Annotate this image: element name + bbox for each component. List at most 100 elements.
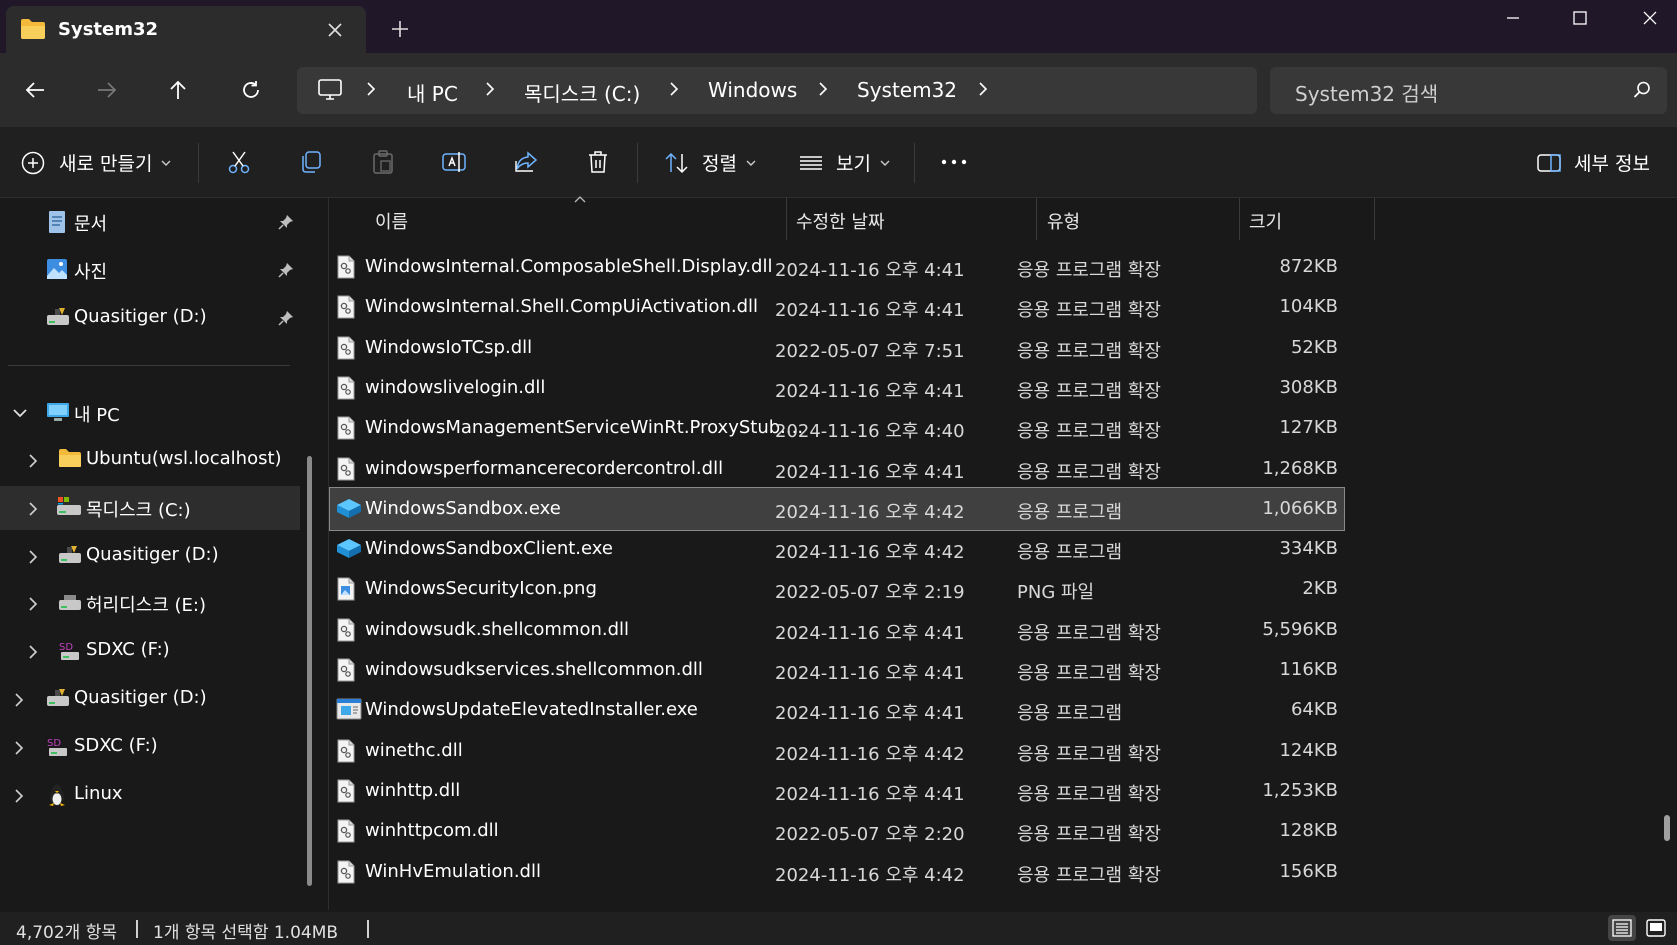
large-icons-view-button[interactable] bbox=[1642, 915, 1670, 941]
file-size: 334KB bbox=[1279, 538, 1338, 560]
breadcrumb-windows[interactable]: Windows bbox=[708, 78, 797, 102]
table-row[interactable]: WindowsSandboxClient.exe 2024-11-16 오후 4:… bbox=[330, 528, 1344, 570]
close-window-icon[interactable] bbox=[1615, 0, 1677, 36]
table-row[interactable]: winethc.dll 2024-11-16 오후 4:42 응용 프로그램 확장 1… bbox=[330, 730, 1344, 772]
sidebar-item-linux[interactable]: Linux bbox=[0, 773, 300, 817]
sidebar-divider bbox=[8, 365, 290, 366]
close-tab-icon[interactable] bbox=[324, 19, 346, 41]
back-button[interactable] bbox=[16, 71, 54, 109]
file-date: 2024-11-16 오후 4:41 bbox=[775, 622, 965, 644]
breadcrumb[interactable]: 내 PC 목디스크 (C:) Windows System32 bbox=[297, 67, 1257, 114]
column-header-size[interactable]: 크기 bbox=[1249, 208, 1282, 234]
breadcrumb-this-pc[interactable]: 내 PC bbox=[407, 78, 458, 107]
table-row[interactable]: WindowsInternal.Shell.CompUiActivation.d… bbox=[330, 286, 1344, 328]
details-view-button[interactable] bbox=[1608, 915, 1636, 941]
sidebar-item-pictures[interactable]: 사진 bbox=[0, 248, 300, 292]
sidebar-item-sdxc-f-root[interactable]: SD SDXC (F:) bbox=[0, 725, 300, 769]
sidebar-item-ubuntu[interactable]: Ubuntu(wsl.localhost) bbox=[0, 438, 300, 482]
table-row[interactable]: winhttp.dll 2024-11-16 오후 4:41 응용 프로그램 확장 1… bbox=[330, 770, 1344, 812]
column-header-date[interactable]: 수정한 날짜 bbox=[796, 208, 885, 234]
table-row[interactable]: WindowsSecurityIcon.png 2022-05-07 오후 2:1… bbox=[330, 568, 1344, 610]
table-row[interactable]: windowsudk.shellcommon.dll 2024-11-16 오후 … bbox=[330, 609, 1344, 651]
forward-button[interactable] bbox=[88, 71, 126, 109]
chevron-right-icon[interactable] bbox=[668, 81, 680, 97]
column-header-type[interactable]: 유형 bbox=[1047, 208, 1080, 234]
delete-button[interactable] bbox=[585, 149, 611, 175]
table-row[interactable]: winhttpcom.dll 2022-05-07 오후 2:20 응용 프로그램 … bbox=[330, 810, 1344, 852]
sidebar-item-e-drive[interactable]: 허리디스크 (E:) bbox=[0, 581, 300, 625]
chevron-right-icon[interactable] bbox=[12, 788, 26, 804]
table-row[interactable]: windowsudkservices.shellcommon.dll 2024-1… bbox=[330, 649, 1344, 691]
sidebar-item-sdxc-f[interactable]: SD SDXC (F:) bbox=[0, 629, 300, 673]
chevron-right-icon[interactable] bbox=[365, 81, 377, 97]
selection-info: 1개 항목 선택함 1.04MB bbox=[153, 923, 339, 943]
sidebar-item-quasitiger-d[interactable]: Quasitiger (D:) bbox=[0, 296, 300, 340]
column-header-name[interactable]: 이름 bbox=[375, 208, 408, 234]
sidebar-item-c-drive[interactable]: 목디스크 (C:) bbox=[0, 486, 300, 530]
copy-button[interactable] bbox=[298, 149, 324, 175]
chevron-right-icon[interactable] bbox=[26, 549, 40, 565]
breadcrumb-system32[interactable]: System32 bbox=[857, 78, 957, 102]
installer-icon bbox=[336, 698, 362, 720]
column-resize-handle[interactable] bbox=[1036, 198, 1037, 240]
file-list-scrollbar[interactable] bbox=[1664, 815, 1670, 841]
up-button[interactable] bbox=[159, 71, 197, 109]
maximize-icon[interactable] bbox=[1545, 0, 1615, 36]
share-button[interactable] bbox=[513, 149, 539, 175]
refresh-button[interactable] bbox=[232, 71, 270, 109]
table-row[interactable]: WindowsManagementServiceWinRt.ProxyStub.… bbox=[330, 407, 1344, 449]
file-size: 124KB bbox=[1279, 739, 1338, 761]
new-button[interactable]: 새로 만들기 bbox=[20, 149, 172, 176]
chevron-right-icon[interactable] bbox=[26, 596, 40, 612]
sandbox-icon bbox=[336, 537, 362, 559]
chevron-right-icon[interactable] bbox=[484, 81, 496, 97]
rename-button[interactable] bbox=[441, 149, 467, 175]
table-row[interactable]: WindowsIoTCsp.dll 2022-05-07 오후 7:51 응용 프로… bbox=[330, 327, 1344, 369]
breadcrumb-c-drive[interactable]: 목디스크 (C:) bbox=[524, 78, 640, 107]
chevron-right-icon[interactable] bbox=[12, 740, 26, 756]
paste-button[interactable] bbox=[370, 149, 396, 175]
new-tab-icon[interactable] bbox=[388, 17, 412, 41]
table-row[interactable]: WindowsSandbox.exe 2024-11-16 오후 4:42 응용 프… bbox=[329, 486, 1345, 531]
cut-button[interactable] bbox=[226, 149, 252, 175]
details-pane-button[interactable]: 세부 정보 bbox=[1536, 149, 1650, 176]
monitor-icon[interactable] bbox=[317, 78, 343, 102]
file-type: PNG 파일 bbox=[1017, 582, 1095, 604]
more-options-button[interactable] bbox=[940, 149, 968, 175]
sidebar-scrollbar[interactable] bbox=[307, 456, 312, 886]
table-row[interactable]: WindowsUpdateElevatedInstaller.exe 2024-1… bbox=[330, 689, 1344, 731]
table-row[interactable]: windowslivelogin.dll 2024-11-16 오후 4:41 응용… bbox=[330, 367, 1344, 409]
chevron-right-icon[interactable] bbox=[26, 501, 40, 517]
tab-system32[interactable]: System32 bbox=[6, 6, 366, 53]
column-resize-handle[interactable] bbox=[1239, 198, 1240, 240]
view-button[interactable]: 보기 bbox=[798, 149, 891, 176]
pin-icon[interactable] bbox=[278, 262, 294, 278]
chevron-right-icon[interactable] bbox=[26, 453, 40, 469]
table-row[interactable]: windowsperformancerecordercontrol.dll 202… bbox=[330, 448, 1344, 490]
pin-icon[interactable] bbox=[278, 310, 294, 326]
sort-button[interactable]: 정렬 bbox=[664, 149, 757, 176]
sidebar-item-label: SDXC (F:) bbox=[86, 639, 170, 660]
file-size: 1,253KB bbox=[1262, 779, 1338, 801]
chevron-right-icon[interactable] bbox=[817, 81, 829, 97]
file-type: 응용 프로그램 확장 bbox=[1017, 260, 1161, 281]
file-date: 2024-11-16 오후 4:41 bbox=[775, 260, 965, 281]
sidebar-item-quasitiger-d[interactable]: Quasitiger (D:) bbox=[0, 534, 300, 578]
file-type: 응용 프로그램 확장 bbox=[1017, 461, 1161, 483]
column-resize-handle[interactable] bbox=[1374, 198, 1375, 240]
column-resize-handle[interactable] bbox=[786, 198, 787, 240]
table-row[interactable]: WindowsInternal.ComposableShell.Display.… bbox=[330, 246, 1344, 288]
chevron-right-icon[interactable] bbox=[977, 81, 989, 97]
sidebar-item-documents[interactable]: 문서 bbox=[0, 200, 300, 244]
search-icon[interactable] bbox=[1632, 80, 1652, 100]
chevron-right-icon[interactable] bbox=[12, 692, 26, 708]
sidebar-item-this-pc[interactable]: 내 PC bbox=[0, 391, 300, 435]
file-size: 1,268KB bbox=[1262, 457, 1338, 479]
search-input[interactable]: System32 검색 bbox=[1270, 67, 1667, 114]
sidebar-item-quasitiger-d-root[interactable]: Quasitiger (D:) bbox=[0, 677, 300, 721]
chevron-down-icon[interactable] bbox=[12, 406, 28, 420]
minimize-icon[interactable] bbox=[1478, 0, 1548, 36]
chevron-right-icon[interactable] bbox=[26, 644, 40, 660]
table-row[interactable]: WinHvEmulation.dll 2024-11-16 오후 4:42 응용 프… bbox=[330, 851, 1344, 893]
pin-icon[interactable] bbox=[278, 214, 294, 230]
